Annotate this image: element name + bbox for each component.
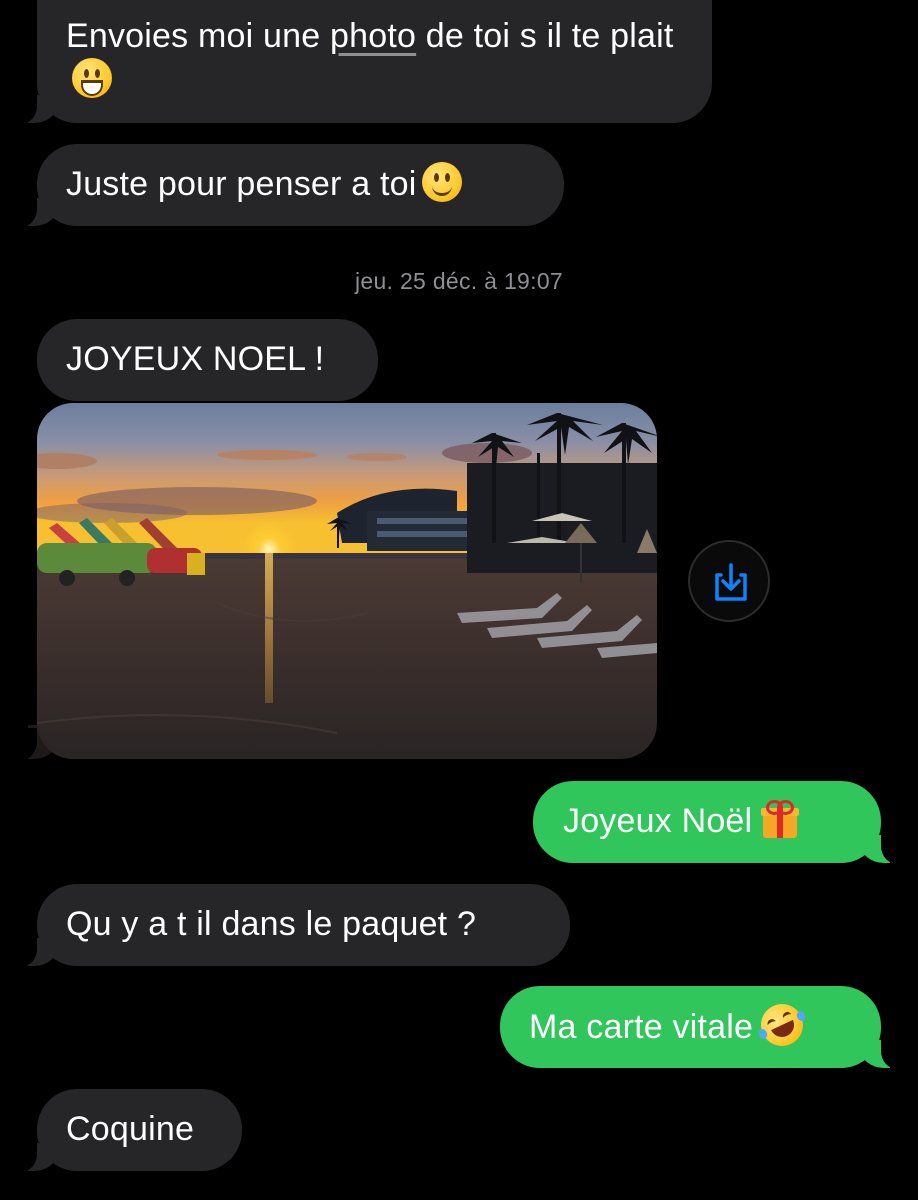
save-photo-button[interactable]	[688, 540, 770, 622]
message-bubble-sent[interactable]: Joyeux Noël	[533, 781, 908, 864]
conversation-timestamp: jeu. 25 déc. à 19:07	[354, 268, 564, 294]
message-text: Juste pour penser a toi	[66, 165, 417, 203]
message-text: Joyeux Noël	[563, 802, 753, 840]
message-text: JOYEUX NOEL !	[66, 340, 325, 378]
wrapped-gift-emoji-icon	[760, 799, 800, 839]
message-text: Envoies moi une	[66, 17, 331, 55]
save-to-photos-icon	[715, 563, 747, 601]
message-bubble-received[interactable]: Coquine	[10, 1089, 242, 1172]
message-bubble-received[interactable]: Juste pour penser a toi	[10, 144, 564, 227]
message-text: Coquine	[66, 1110, 195, 1148]
message-text: Qu y a t il dans le paquet ?	[66, 905, 477, 943]
photo-image	[37, 403, 657, 759]
message-link-photo[interactable]: photo	[330, 17, 416, 55]
message-bubble-sent[interactable]: Ma carte vitale	[500, 986, 908, 1069]
beach-sunset-photo[interactable]	[37, 403, 657, 759]
rolling-on-floor-laughing-emoji-icon	[754, 997, 811, 1053]
grinning-face-emoji-icon	[72, 58, 112, 98]
message-text: de toi s il te plait	[416, 17, 674, 55]
message-text: Ma carte vitale	[529, 1008, 754, 1046]
message-bubble-received[interactable]: JOYEUX NOEL !	[37, 319, 378, 401]
slightly-smiling-face-emoji-icon	[422, 162, 463, 202]
message-bubble-received[interactable]: Envoies moi une photo de toi s il te pla…	[10, 0, 712, 124]
message-bubble-received[interactable]: Qu y a t il dans le paquet ?	[10, 884, 570, 967]
